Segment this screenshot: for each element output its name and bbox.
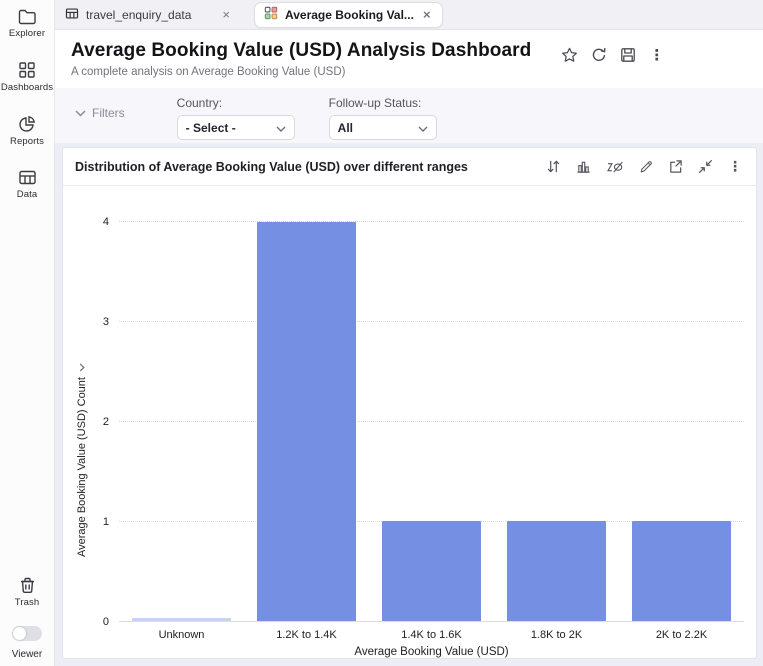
dashboard-header: Average Booking Value (USD) Analysis Das… bbox=[55, 30, 763, 88]
plot-wrap: 0 1 2 3 4 Unknown 1.2K to 1.4K 1.4K to 1.6K 1.8… bbox=[103, 216, 744, 641]
bar-slot bbox=[494, 222, 619, 621]
chart-area: Average Booking Value (USD) Count 0 1 2 3 4 … bbox=[63, 186, 756, 658]
bar-slot bbox=[369, 222, 494, 621]
star-favorite-icon[interactable] bbox=[561, 47, 578, 63]
followup-status-value: All bbox=[337, 120, 354, 135]
header-actions: ⋮ bbox=[561, 46, 664, 64]
bar-slot bbox=[119, 222, 244, 621]
edit-pencil-icon[interactable] bbox=[639, 160, 653, 174]
bar[interactable] bbox=[132, 618, 231, 621]
table-icon bbox=[18, 169, 37, 186]
followup-status-filter: Follow-up Status: All bbox=[328, 96, 437, 140]
sidebar-item-label: Data bbox=[16, 189, 38, 200]
dashboard-tab-icon bbox=[264, 6, 278, 23]
sidebar-item-reports[interactable]: Reports bbox=[10, 115, 44, 147]
chevron-down-icon bbox=[75, 106, 86, 120]
x-category-label: 2K to 2.2K bbox=[655, 629, 708, 641]
tab-travel-enquiry-data[interactable]: travel_enquiry_data × bbox=[65, 7, 236, 23]
save-icon[interactable] bbox=[620, 47, 636, 63]
chevron-down-icon bbox=[276, 121, 286, 135]
sort-icon[interactable] bbox=[546, 159, 561, 174]
bars bbox=[119, 222, 744, 622]
bar-slot bbox=[244, 222, 369, 621]
page-subtitle: A complete analysis on Average Booking V… bbox=[71, 66, 346, 78]
bar[interactable] bbox=[507, 521, 606, 621]
y-axis-label-wrap: Average Booking Value (USD) Count bbox=[75, 260, 89, 660]
followup-status-select[interactable]: All bbox=[328, 115, 437, 140]
dashboards-grid-icon bbox=[18, 61, 36, 79]
chart-toolbar: ⋮ bbox=[546, 158, 742, 175]
y-axis-label[interactable]: Average Booking Value (USD) Count bbox=[76, 363, 88, 557]
bar[interactable] bbox=[382, 521, 481, 621]
main-area: travel_enquiry_data × Average Booking Va… bbox=[55, 0, 763, 666]
sidebar-item-trash[interactable]: Trash bbox=[15, 576, 39, 608]
filters-label: Filters bbox=[92, 106, 125, 120]
bar-slot bbox=[619, 222, 744, 621]
country-select-value: - Select - bbox=[185, 120, 236, 135]
app-window: Explorer Dashboards Reports Data Trash V… bbox=[0, 0, 763, 666]
y-tick-label: 2 bbox=[102, 416, 109, 428]
close-icon[interactable]: × bbox=[421, 8, 433, 21]
chevron-down-icon bbox=[418, 121, 428, 135]
tab-label: travel_enquiry_data bbox=[86, 7, 192, 22]
y-tick-label: 4 bbox=[102, 216, 109, 228]
chart-title: Distribution of Average Booking Value (U… bbox=[75, 159, 468, 174]
toggle-knob bbox=[13, 627, 26, 640]
x-category-label: Unknown bbox=[158, 629, 205, 641]
refresh-icon[interactable] bbox=[591, 47, 607, 63]
folder-icon bbox=[18, 8, 37, 25]
viewer-toggle[interactable] bbox=[12, 626, 42, 641]
sidebar-item-label: Explorer bbox=[8, 28, 46, 39]
sidebar-item-explorer[interactable]: Explorer bbox=[9, 8, 45, 39]
page-title: Average Booking Value (USD) Analysis Das… bbox=[71, 40, 532, 61]
sidebar-item-label: Trash bbox=[14, 597, 40, 608]
chart-type-icon[interactable] bbox=[576, 159, 591, 174]
x-labels: Unknown 1.2K to 1.4K 1.4K to 1.6K 1.8K to 2… bbox=[119, 629, 744, 641]
sidebar-item-data[interactable]: Data bbox=[17, 169, 37, 200]
followup-status-label: Follow-up Status: bbox=[328, 96, 422, 110]
x-axis-title: Average Booking Value (USD) bbox=[354, 646, 509, 658]
y-tick-label: 0 bbox=[102, 616, 109, 628]
chart-card: Distribution of Average Booking Value (U… bbox=[62, 147, 757, 659]
filters-collapse-toggle[interactable]: Filters bbox=[75, 106, 125, 120]
y-tick-label: 1 bbox=[102, 516, 109, 528]
bar[interactable] bbox=[632, 521, 731, 621]
open-new-window-icon[interactable] bbox=[668, 159, 683, 174]
dashboard-canvas: Distribution of Average Booking Value (U… bbox=[55, 143, 763, 666]
chevron-icon bbox=[79, 363, 85, 372]
zia-insights-icon[interactable] bbox=[606, 160, 624, 174]
x-category-label: 1.2K to 1.4K bbox=[276, 629, 337, 641]
sidebar-item-label: Reports bbox=[10, 136, 44, 147]
sidebar-item-label: Dashboards bbox=[0, 82, 54, 93]
sidebar: Explorer Dashboards Reports Data Trash V… bbox=[0, 0, 55, 666]
filter-bar: Filters Country: - Select - Follow-up St… bbox=[55, 88, 763, 143]
kebab-menu-icon[interactable]: ⋮ bbox=[728, 158, 742, 175]
viewer-label: Viewer bbox=[11, 649, 43, 660]
plot-area: 0 1 2 3 4 bbox=[103, 216, 744, 628]
country-select[interactable]: - Select - bbox=[176, 115, 295, 140]
chart-card-header: Distribution of Average Booking Value (U… bbox=[63, 148, 756, 186]
x-category-label: 1.4K to 1.6K bbox=[401, 629, 462, 641]
sidebar-item-dashboards[interactable]: Dashboards bbox=[1, 61, 53, 93]
x-category-label: 1.8K to 2K bbox=[530, 629, 583, 641]
bar[interactable] bbox=[257, 222, 356, 621]
tab-strip: travel_enquiry_data × Average Booking Va… bbox=[55, 0, 763, 30]
close-icon[interactable]: × bbox=[220, 8, 232, 21]
table-tab-icon bbox=[65, 7, 79, 23]
y-tick-label: 3 bbox=[102, 316, 109, 328]
tab-average-booking-dashboard[interactable]: Average Booking Val... × bbox=[254, 1, 443, 28]
kebab-menu-icon[interactable]: ⋮ bbox=[649, 46, 664, 64]
trash-icon bbox=[19, 576, 36, 594]
country-filter: Country: - Select - bbox=[176, 96, 295, 140]
country-filter-label: Country: bbox=[176, 96, 223, 110]
collapse-icon[interactable] bbox=[698, 159, 713, 174]
y-axis-label-text: Average Booking Value (USD) Count bbox=[76, 377, 89, 557]
tab-label: Average Booking Val... bbox=[285, 7, 414, 22]
pie-chart-icon bbox=[18, 115, 36, 133]
